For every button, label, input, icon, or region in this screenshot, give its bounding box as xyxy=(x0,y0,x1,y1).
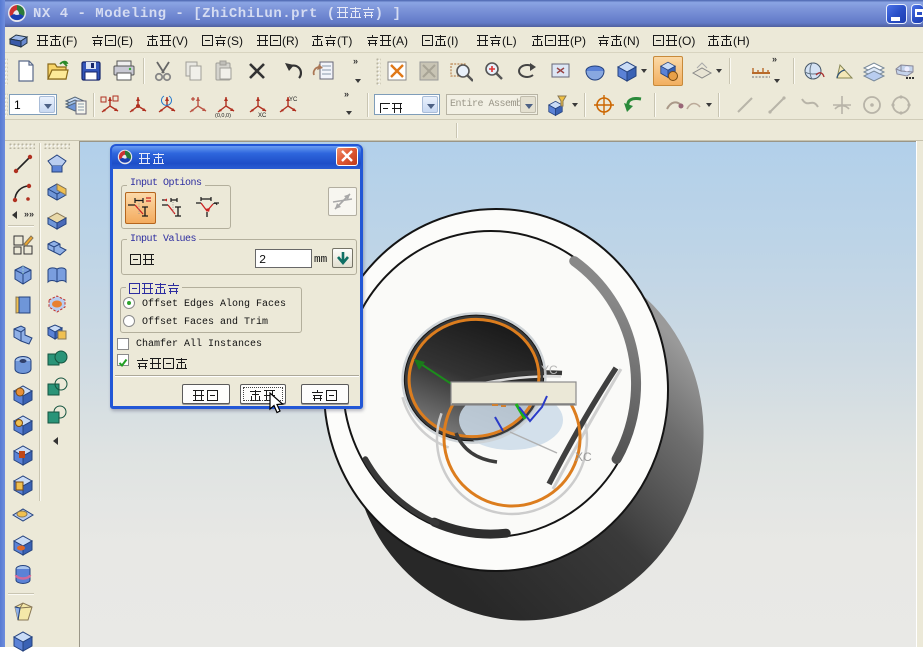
svg-text:XC: XC xyxy=(258,113,267,119)
svg-text:YC: YC xyxy=(289,97,298,103)
svg-text:(0,0,0): (0,0,0) xyxy=(215,113,231,119)
